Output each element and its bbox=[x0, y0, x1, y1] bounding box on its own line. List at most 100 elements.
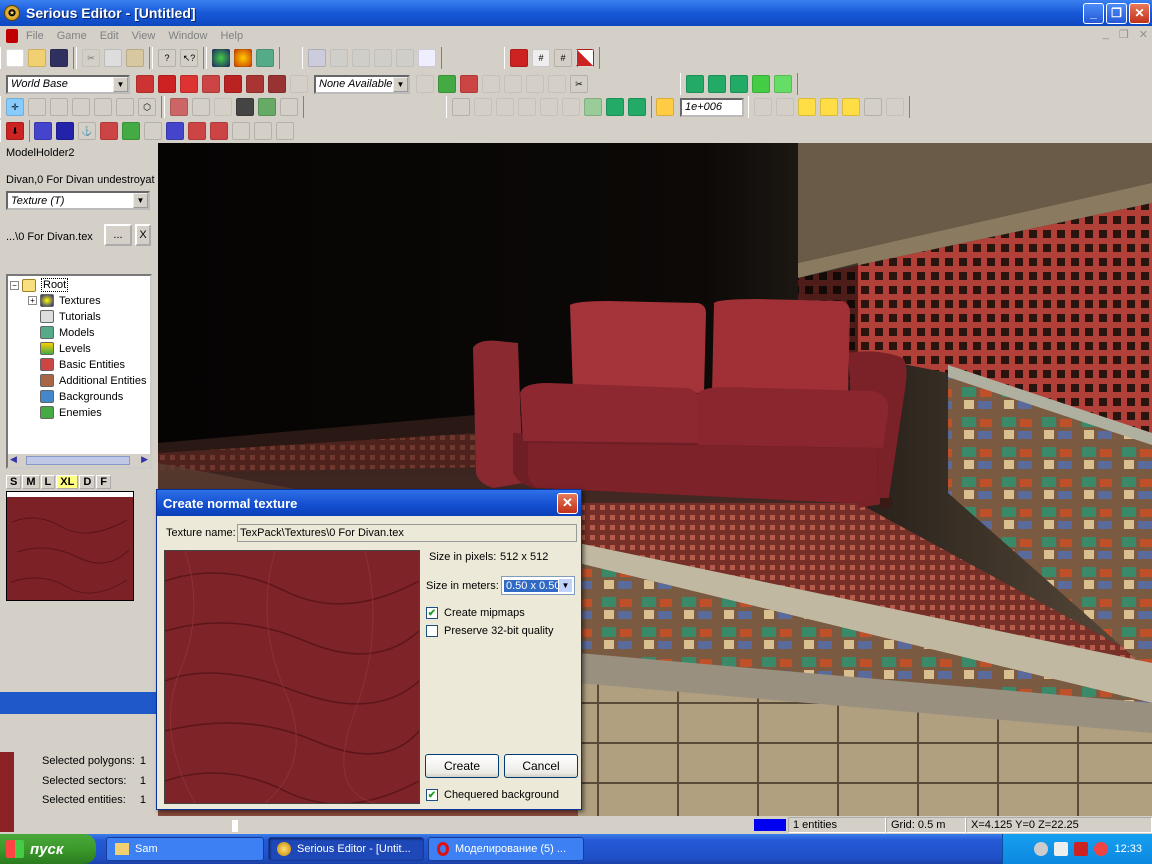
primitive-1-icon[interactable] bbox=[416, 75, 434, 93]
document-icon[interactable] bbox=[6, 28, 18, 43]
property-combo[interactable]: Texture (T) ▼ bbox=[6, 191, 150, 210]
picture-icon[interactable] bbox=[256, 49, 274, 67]
tool-6-icon[interactable] bbox=[280, 98, 298, 116]
entity-mode-icon[interactable] bbox=[116, 98, 134, 116]
copy-icon[interactable] bbox=[104, 49, 122, 67]
tree-root[interactable]: − Root bbox=[10, 278, 69, 292]
sel-9-icon[interactable] bbox=[628, 98, 646, 116]
csg-subtract-icon[interactable] bbox=[158, 75, 176, 93]
menu-game[interactable]: Game bbox=[57, 30, 87, 42]
minimize-button[interactable]: _ bbox=[1083, 2, 1104, 24]
texture-name-field[interactable]: TexPack\Textures\0 For Divan.tex bbox=[237, 524, 577, 542]
red-chip-icon[interactable] bbox=[510, 49, 528, 67]
grid-size-field[interactable]: 1e+006 bbox=[680, 97, 744, 117]
layer-3-icon[interactable] bbox=[730, 75, 748, 93]
collapse-icon[interactable]: − bbox=[10, 280, 19, 290]
cancel-button[interactable]: Cancel bbox=[504, 754, 578, 778]
create-mipmaps-checkbox[interactable]: ✔ Create mipmaps bbox=[426, 607, 525, 619]
task-sam[interactable]: Sam bbox=[106, 837, 264, 861]
task-opera[interactable]: Моделирование (5) ... bbox=[428, 837, 584, 861]
chevron-down-icon[interactable]: ▼ bbox=[113, 76, 128, 92]
camera-icon[interactable] bbox=[236, 98, 254, 116]
tree-h-scrollbar[interactable]: ◀ ▶ bbox=[8, 453, 150, 467]
tree-item-backgrounds[interactable]: Backgrounds bbox=[40, 390, 123, 403]
dialog-close-button[interactable]: ✕ bbox=[557, 492, 578, 514]
resource-tree[interactable]: − Root + Textures Tutorials Models Level… bbox=[6, 274, 152, 469]
polygon-mode-icon[interactable] bbox=[50, 98, 68, 116]
view-1-icon[interactable] bbox=[308, 49, 326, 67]
view-3-icon[interactable] bbox=[352, 49, 370, 67]
tool-2-icon[interactable] bbox=[192, 98, 210, 116]
chequered-background-checkbox[interactable]: ✔ Chequered background bbox=[426, 789, 559, 801]
view-4-icon[interactable] bbox=[374, 49, 392, 67]
tree-item-levels[interactable]: Levels bbox=[40, 342, 91, 355]
csg-tool-icon[interactable] bbox=[290, 75, 308, 93]
new-file-icon[interactable] bbox=[6, 49, 24, 67]
render-mode-combo[interactable]: None Available ▼ bbox=[314, 74, 410, 94]
entities-icon[interactable] bbox=[234, 49, 252, 67]
tab-size-f[interactable]: F bbox=[96, 475, 111, 489]
layer-1-icon[interactable] bbox=[686, 75, 704, 93]
create-button[interactable]: Create bbox=[425, 754, 499, 778]
size-meters-combo[interactable]: 0.50 x 0.50 ▼ bbox=[501, 576, 575, 595]
paste-icon[interactable] bbox=[126, 49, 144, 67]
sel-5-icon[interactable] bbox=[540, 98, 558, 116]
tab-size-xl[interactable]: XL bbox=[56, 475, 79, 489]
checkbox-checked-icon[interactable]: ✔ bbox=[426, 607, 438, 619]
misc-11-icon[interactable] bbox=[254, 122, 272, 140]
csg-layer-icon[interactable] bbox=[246, 75, 264, 93]
edge-mode-icon[interactable] bbox=[94, 98, 112, 116]
misc-2-icon[interactable] bbox=[56, 122, 74, 140]
help-icon[interactable]: ? bbox=[158, 49, 176, 67]
sel-2-icon[interactable] bbox=[474, 98, 492, 116]
texture-grid-icon[interactable] bbox=[576, 49, 594, 67]
mdi-restore-icon[interactable]: ❐ bbox=[1119, 28, 1129, 41]
grid-icon[interactable]: # bbox=[554, 49, 572, 67]
ent-7-icon[interactable] bbox=[886, 98, 904, 116]
clear-button[interactable]: X bbox=[135, 224, 151, 246]
misc-6-icon[interactable] bbox=[144, 122, 162, 140]
tool-1-icon[interactable] bbox=[170, 98, 188, 116]
sector-mode-icon[interactable] bbox=[28, 98, 46, 116]
ent-1-icon[interactable] bbox=[754, 98, 772, 116]
primitive-3-icon[interactable] bbox=[460, 75, 478, 93]
checkbox-checked-icon[interactable]: ✔ bbox=[426, 789, 438, 801]
ent-6-icon[interactable] bbox=[864, 98, 882, 116]
cut-icon[interactable]: ✂ bbox=[82, 49, 100, 67]
texture-thumbnail[interactable] bbox=[6, 491, 134, 601]
chevron-down-icon[interactable]: ▼ bbox=[393, 76, 408, 92]
csg-join-layers-icon[interactable] bbox=[268, 75, 286, 93]
scroll-left-icon[interactable]: ◀ bbox=[10, 454, 17, 465]
view-5-icon[interactable] bbox=[396, 49, 414, 67]
sel-3-icon[interactable] bbox=[496, 98, 514, 116]
context-help-icon[interactable]: ↖? bbox=[180, 49, 198, 67]
layer-5-icon[interactable] bbox=[774, 75, 792, 93]
restore-button[interactable]: ❐ bbox=[1106, 2, 1127, 24]
task-serious-editor[interactable]: Serious Editor - [Untit... bbox=[268, 837, 424, 861]
primitive-5-icon[interactable] bbox=[504, 75, 522, 93]
sel-6-icon[interactable] bbox=[562, 98, 580, 116]
misc-5-icon[interactable] bbox=[122, 122, 140, 140]
misc-4-icon[interactable] bbox=[100, 122, 118, 140]
chevron-down-icon[interactable]: ▼ bbox=[558, 578, 573, 593]
menu-help[interactable]: Help bbox=[220, 30, 243, 42]
tab-size-l[interactable]: L bbox=[40, 475, 56, 489]
scrollbar-thumb[interactable] bbox=[26, 456, 130, 465]
misc-1-icon[interactable] bbox=[34, 122, 52, 140]
network-icon[interactable] bbox=[1034, 842, 1049, 856]
browse-button[interactable]: ... bbox=[104, 224, 132, 246]
tree-item-basic-entities[interactable]: Basic Entities bbox=[40, 358, 125, 371]
primitive-7-icon[interactable] bbox=[548, 75, 566, 93]
csg-room-icon[interactable] bbox=[224, 75, 242, 93]
light-icon[interactable] bbox=[656, 98, 674, 116]
tray-app-icon[interactable] bbox=[1094, 842, 1109, 856]
mdi-close-icon[interactable]: ✕ bbox=[1139, 28, 1148, 41]
tool-5-icon[interactable] bbox=[258, 98, 276, 116]
misc-9-icon[interactable] bbox=[210, 122, 228, 140]
misc-7-icon[interactable] bbox=[166, 122, 184, 140]
tab-size-s[interactable]: S bbox=[6, 475, 22, 489]
tree-item-models[interactable]: Models bbox=[40, 326, 94, 339]
tree-item-enemies[interactable]: Enemies bbox=[40, 406, 102, 419]
close-button[interactable]: ✕ bbox=[1129, 2, 1150, 24]
misc-8-icon[interactable] bbox=[188, 122, 206, 140]
